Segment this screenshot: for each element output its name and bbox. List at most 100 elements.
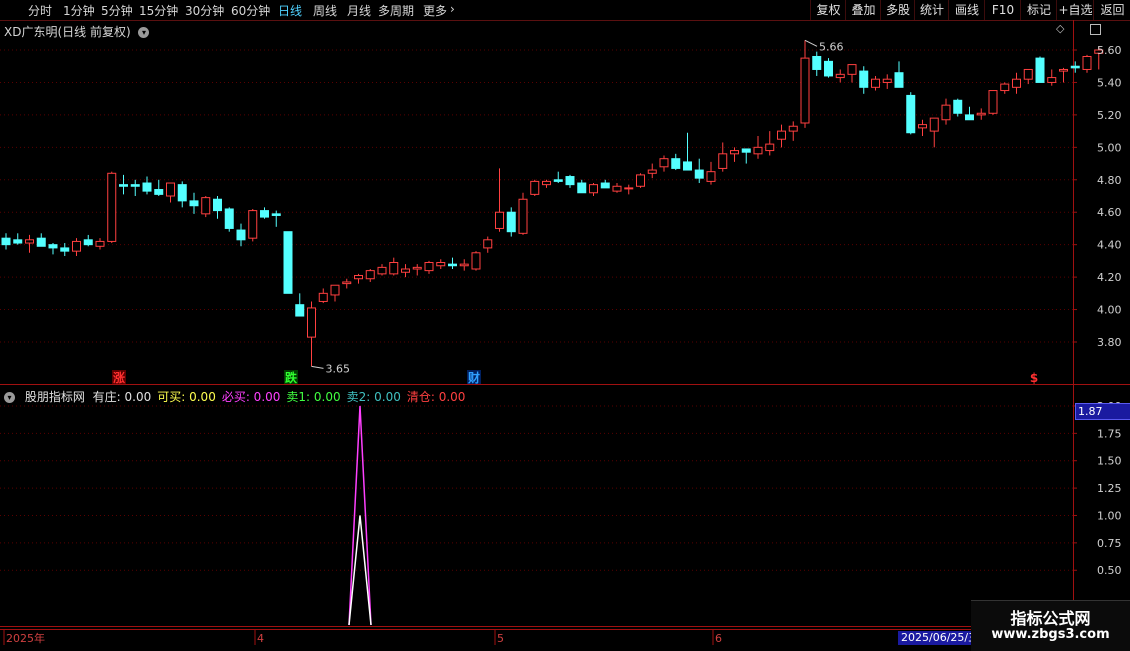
candle-body (283, 231, 293, 294)
price-label-0: 5.60 (1097, 44, 1122, 57)
candle-body (671, 158, 681, 169)
candle-21 (248, 208, 258, 242)
candle-30 (354, 273, 363, 284)
watermark-title: 指标公式网 (1010, 609, 1091, 628)
indicator-item-3: 卖1: 0.00 (286, 390, 341, 404)
candle-body (1012, 78, 1021, 88)
candle-body (36, 237, 46, 247)
candle-body (48, 244, 58, 249)
candle-body (941, 104, 951, 121)
indicator-current-value: 1.87 (1075, 403, 1130, 420)
candle-body (694, 169, 704, 179)
candle-body (177, 184, 187, 202)
low-marker-line (311, 365, 324, 369)
candle-body (624, 187, 634, 190)
candle-body (365, 270, 375, 280)
candle-45 (530, 179, 540, 196)
price-label-5: 4.60 (1097, 206, 1122, 219)
candle-19 (224, 207, 234, 232)
candle-body (377, 266, 387, 275)
candle-body (824, 60, 833, 77)
candle-46 (542, 179, 551, 188)
candle-body (530, 180, 540, 195)
candle-body (295, 304, 305, 317)
candle-body (330, 284, 340, 296)
candle-body (342, 281, 352, 285)
candle-3 (36, 233, 46, 247)
candle-66 (777, 124, 786, 148)
candle-body (119, 184, 128, 187)
candle-23 (271, 210, 281, 227)
candle-body (589, 184, 598, 194)
candle-33 (389, 257, 399, 276)
cursor-date: 2025/06/25/三 (898, 631, 983, 645)
candle-60 (706, 161, 716, 185)
candle-body (976, 112, 986, 116)
candle-body (83, 239, 93, 246)
candle-body (107, 172, 117, 242)
candle-57 (671, 153, 681, 171)
candle-body (600, 182, 610, 189)
candle-body (1059, 68, 1068, 72)
time-axis: 2025年 4 5 6 (3, 630, 722, 645)
candle-body (659, 158, 669, 168)
indicator-item-2: 必买: 0.00 (221, 390, 281, 404)
candle-76 (894, 61, 904, 88)
candle-38 (448, 257, 457, 269)
candle-73 (859, 66, 869, 94)
price-label-9: 3.80 (1097, 336, 1122, 349)
indicator-item-1: 可买: 0.00 (157, 390, 216, 404)
candle-44 (518, 192, 528, 235)
candle-25 (295, 293, 305, 317)
time-label-3: 6 (715, 632, 722, 645)
candle-body (647, 169, 657, 174)
candle-71 (835, 69, 845, 83)
indicator-name[interactable]: 股朋指标网 (25, 390, 85, 404)
candle-body (636, 174, 645, 187)
candle-body (471, 252, 481, 270)
candle-body (788, 125, 798, 132)
candle-body (612, 185, 622, 192)
candle-43 (506, 207, 516, 237)
candle-body (25, 239, 34, 244)
candle-body (201, 197, 211, 215)
candle-body (765, 143, 775, 152)
kline-chart[interactable]: 5.60 5.40 5.20 5.00 4.80 4.60 4.40 4.20 4.00 3.80… (0, 0, 1130, 650)
diamond-icon[interactable]: ◇ (1056, 22, 1064, 35)
candle-91 (1070, 61, 1080, 73)
candle-78 (918, 119, 927, 136)
candle-body (894, 72, 904, 88)
candle-22 (260, 207, 269, 219)
candle-body (577, 182, 587, 194)
panel-toggle-icon[interactable] (1090, 24, 1101, 35)
candle-body (1, 237, 11, 246)
candle-87 (1023, 68, 1033, 85)
candle-42 (495, 168, 504, 232)
candle-8 (95, 238, 105, 250)
candle-41 (483, 236, 493, 253)
candle-51 (600, 179, 610, 189)
candle-layer (1, 40, 1104, 367)
candle-84 (988, 90, 998, 115)
time-label-1: 4 (257, 632, 264, 645)
candle-body (1047, 77, 1057, 83)
candle-63 (741, 148, 751, 164)
candle-body (1023, 68, 1033, 80)
chevron-down-icon[interactable]: ▾ (4, 392, 15, 403)
ind-label-4: 1.00 (1097, 509, 1122, 522)
candle-body (354, 274, 363, 280)
candle-body (800, 57, 810, 124)
candle-9 (107, 171, 117, 244)
candle-18 (213, 196, 222, 219)
candle-55 (647, 163, 657, 179)
candle-40 (471, 251, 481, 271)
candle-body (1035, 57, 1045, 83)
candle-1 (13, 233, 23, 245)
candle-56 (659, 155, 669, 172)
candle-88 (1035, 56, 1045, 83)
candle-58 (683, 132, 692, 171)
candle-body (60, 247, 70, 252)
ind-label-2: 1.50 (1097, 455, 1122, 468)
indicator-legend: ▾ 股朋指标网 有庄: 0.00 可买: 0.00 必买: 0.00 卖1: 0.00… (4, 388, 477, 405)
candle-body (130, 184, 140, 187)
